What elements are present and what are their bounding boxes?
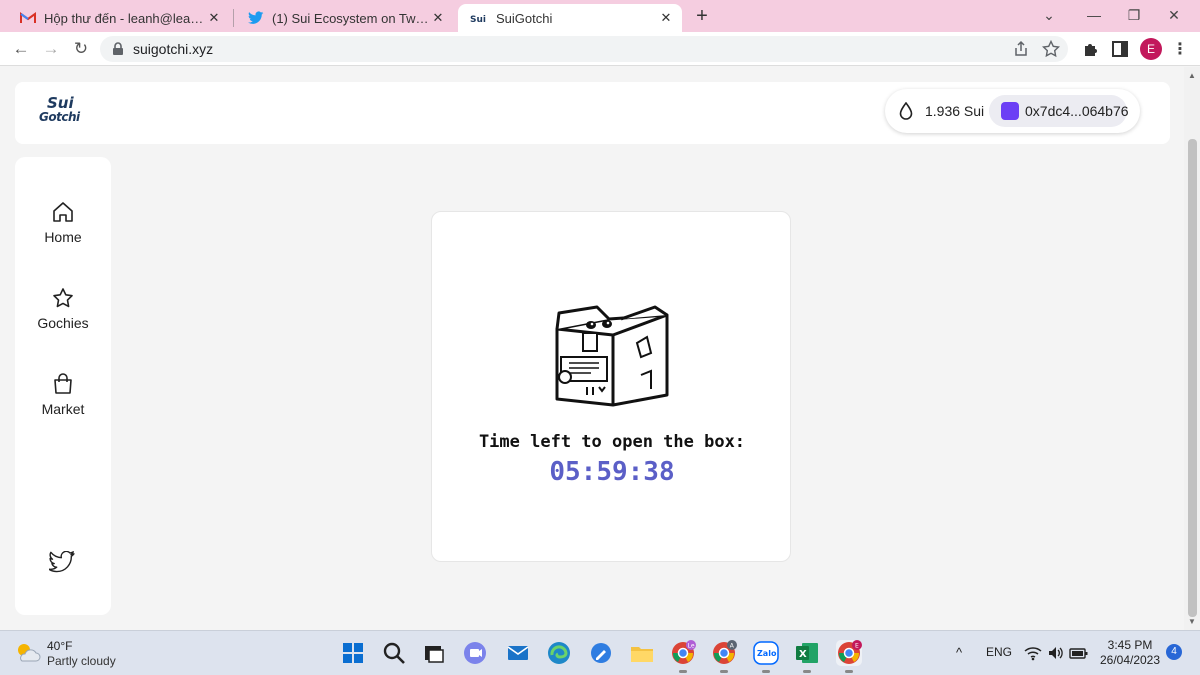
excel-label: X (799, 649, 807, 660)
clock-time: 3:45 PM (1107, 638, 1153, 652)
clock-date: 26/04/2023 (1099, 653, 1161, 667)
logo-line1: Sui (47, 94, 74, 112)
logo-line2: Gotchi (39, 110, 80, 124)
search-icon[interactable] (381, 640, 407, 666)
url-text[interactable]: suigotchi.xyz (133, 41, 213, 57)
chrome-icon: Le (672, 640, 696, 664)
wallet-address: 0x7dc4...064b76 (1025, 103, 1129, 119)
chrome-icon: E (838, 640, 862, 664)
browser-menu-icon[interactable]: ⋮ (1172, 39, 1188, 59)
pen-app-icon[interactable] (588, 640, 614, 666)
browser-toolbar: ← → ↻ suigotchi.xyz E ⋮ (0, 32, 1200, 66)
tab-search-icon[interactable]: ⌄ (1029, 0, 1069, 32)
file-explorer-icon[interactable] (629, 640, 655, 666)
star-icon (53, 288, 73, 308)
restore-button[interactable]: ❐ (1114, 0, 1154, 32)
sidebar-item-gochies[interactable]: Gochies (15, 287, 111, 333)
close-tab-icon[interactable]: ✕ (206, 10, 222, 26)
wallet-icon (1001, 102, 1019, 120)
wifi-icon[interactable] (1024, 645, 1042, 661)
partly-cloudy-icon[interactable] (14, 641, 42, 665)
windows-taskbar: 40°F Partly cloudy Le A Zalo X E ^ ENG 3… (0, 630, 1200, 675)
chrome-profile-le-icon[interactable]: Le (670, 640, 696, 673)
system-clock[interactable]: 3:45 PM 26/04/2023 (1097, 638, 1163, 668)
excel-logo: X (796, 643, 818, 663)
side-panel-icon[interactable] (1111, 40, 1129, 58)
mail-icon[interactable] (505, 640, 531, 666)
new-tab-button[interactable]: + (692, 5, 712, 27)
windows-start-icon[interactable] (340, 640, 366, 666)
sidebar-item-home[interactable]: Home (15, 201, 111, 247)
chrome-badge-le: Le (688, 642, 695, 649)
box-countdown: 05:59:38 (549, 457, 675, 487)
edge-icon[interactable] (546, 640, 572, 666)
sidebar-item-label: Home (44, 229, 82, 245)
minimize-button[interactable]: — (1074, 0, 1114, 32)
forward-button[interactable]: → (38, 36, 64, 62)
chrome-profile-e-icon[interactable]: E (836, 640, 862, 673)
scroll-up-arrow[interactable]: ▲ (1188, 71, 1196, 80)
volume-icon[interactable] (1047, 645, 1065, 661)
wallet-address-button[interactable]: 0x7dc4...064b76 (989, 95, 1129, 127)
share-icon[interactable] (1012, 40, 1030, 58)
chrome-badge-e: E (855, 642, 859, 649)
teams-chat-icon[interactable] (462, 640, 488, 666)
close-tab-icon[interactable]: ✕ (430, 10, 446, 26)
weather-condition: Partly cloudy (47, 654, 116, 668)
tab-suigotchi[interactable]: Sui SuiGotchi ✕ (458, 4, 682, 32)
tray-chevron-icon[interactable]: ^ (956, 645, 962, 660)
tab-twitter[interactable]: (1) Sui Ecosystem on Twitter: "The ✕ (236, 4, 454, 32)
app-header: Sui Gotchi 1.936 Sui 0x7dc4...064b76 (15, 82, 1170, 144)
tab-title: SuiGotchi (496, 10, 553, 26)
wallet-widget[interactable]: 1.936 Sui 0x7dc4...064b76 (885, 89, 1140, 133)
reload-button[interactable]: ↻ (68, 36, 94, 62)
browser-tab-bar: Hộp thư đến - leanh@leanhent.v ✕ (1) Sui… (0, 0, 1200, 32)
tab-title: (1) Sui Ecosystem on Twitter: "The (272, 10, 430, 26)
bookmark-star-icon[interactable] (1042, 40, 1060, 58)
zalo-logo: Zalo (753, 641, 779, 665)
page-viewport: Sui Gotchi 1.936 Sui 0x7dc4...064b76 Hom… (0, 67, 1184, 630)
close-tab-icon[interactable]: ✕ (658, 10, 674, 26)
profile-avatar[interactable]: E (1140, 38, 1162, 60)
sui-balance: 1.936 Sui (925, 103, 985, 119)
box-timer-label: Time left to open the box: (478, 432, 746, 452)
sidebar-item-label: Market (41, 401, 85, 417)
lock-icon[interactable] (112, 42, 124, 56)
shopping-bag-icon (54, 373, 72, 394)
sidebar-item-label: Gochies (37, 315, 89, 331)
notification-badge[interactable]: 4 (1166, 644, 1182, 660)
input-language[interactable]: ENG (986, 645, 1012, 659)
chrome-profile-a-icon[interactable]: A (711, 640, 737, 673)
extensions-puzzle-icon[interactable] (1082, 40, 1100, 58)
sidebar: Home Gochies Market (15, 157, 111, 615)
weather-temperature: 40°F (47, 639, 73, 653)
scrollbar-thumb[interactable] (1188, 139, 1197, 617)
task-view-icon[interactable] (421, 640, 447, 666)
page-scrollbar[interactable]: ▲ ▼ (1184, 67, 1200, 630)
close-window-button[interactable]: ✕ (1154, 0, 1194, 32)
scroll-down-arrow[interactable]: ▼ (1188, 617, 1196, 626)
zalo-icon[interactable]: Zalo (753, 640, 779, 673)
mystery-box-illustration (555, 305, 669, 407)
tab-title: Hộp thư đến - leanh@leanhent.v (44, 10, 206, 26)
suigotchi-favicon: Sui (470, 15, 486, 24)
mystery-box-card: Time left to open the box: 05:59:38 (431, 211, 791, 562)
battery-icon[interactable] (1069, 645, 1089, 661)
excel-icon[interactable]: X (794, 640, 820, 673)
home-icon (53, 202, 73, 222)
chrome-icon: A (713, 640, 737, 664)
twitter-icon (248, 11, 264, 24)
tab-separator (233, 9, 234, 27)
back-button[interactable]: ← (8, 36, 34, 62)
sidebar-item-market[interactable]: Market (15, 373, 111, 419)
suigotchi-logo[interactable]: Sui Gotchi (39, 96, 85, 128)
svg-text:Sui: Sui (470, 15, 486, 24)
tab-gmail[interactable]: Hộp thư đến - leanh@leanhent.v ✕ (8, 4, 230, 32)
gmail-icon (20, 12, 36, 23)
address-bar[interactable]: suigotchi.xyz (100, 36, 1068, 62)
zalo-label: Zalo (757, 649, 777, 658)
sui-drop-icon (899, 102, 913, 120)
twitter-icon[interactable] (49, 551, 75, 573)
